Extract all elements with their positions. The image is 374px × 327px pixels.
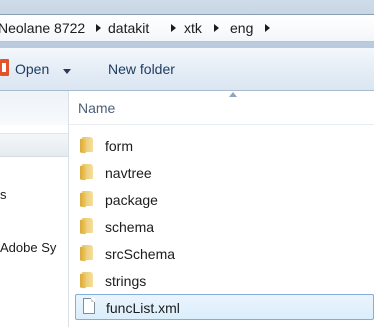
file-list: Name form navtree package schema srcSche… (69, 91, 374, 327)
list-item[interactable]: package (75, 187, 374, 213)
list-item-label: schema (105, 219, 155, 235)
breadcrumb-separator-icon[interactable] (265, 24, 270, 32)
folder-icon (80, 272, 95, 289)
list-item-label: package (105, 192, 158, 208)
command-toolbar: Open New folder (0, 48, 374, 91)
open-app-icon (0, 59, 9, 76)
column-header-label: Name (78, 100, 116, 116)
nav-item-selected[interactable] (0, 133, 68, 157)
list-item[interactable]: navtree (75, 160, 374, 186)
breadcrumb-separator-icon[interactable] (214, 24, 219, 32)
list-item-label: strings (105, 273, 147, 289)
address-bar: Neolane 8722 datakit xtk eng (0, 0, 374, 48)
folder-icon (80, 218, 95, 235)
breadcrumb-separator-icon[interactable] (171, 24, 176, 32)
list-item-label: funcList.xml (106, 300, 180, 316)
list-item-label: srcSchema (105, 246, 176, 262)
breadcrumb-item-xtk[interactable]: xtk (184, 15, 202, 41)
nav-item-label[interactable]: s (0, 187, 7, 202)
folder-icon (80, 164, 95, 181)
breadcrumb-separator-icon[interactable] (96, 24, 101, 32)
breadcrumb-item-neolane[interactable]: Neolane 8722 (0, 15, 85, 41)
open-button-label: Open (15, 61, 50, 77)
breadcrumb[interactable]: Neolane 8722 datakit xtk eng (0, 14, 374, 42)
breadcrumb-item-datakit[interactable]: datakit (108, 15, 149, 41)
nav-header (0, 91, 68, 125)
new-folder-button[interactable]: New folder (108, 61, 175, 77)
folder-icon (80, 191, 95, 208)
folder-icon (80, 137, 95, 154)
open-dropdown-arrow-icon[interactable] (63, 69, 71, 74)
xml-file-icon (83, 298, 95, 314)
list-item-label: navtree (105, 165, 152, 181)
list-item[interactable]: strings (75, 268, 374, 294)
list-item-selected[interactable]: funcList.xml (75, 294, 374, 320)
list-item[interactable]: srcSchema (75, 241, 374, 267)
list-item[interactable]: form (75, 133, 374, 159)
sort-ascending-icon (229, 92, 237, 97)
column-header-divider (69, 124, 374, 125)
folder-icon (80, 245, 95, 262)
breadcrumb-item-eng[interactable]: eng (230, 15, 253, 41)
list-item[interactable]: schema (75, 214, 374, 240)
navigation-pane: s Adobe Sy (0, 91, 68, 327)
nav-item-label[interactable]: Adobe Sy (0, 240, 56, 255)
list-item-label: form (105, 138, 133, 154)
